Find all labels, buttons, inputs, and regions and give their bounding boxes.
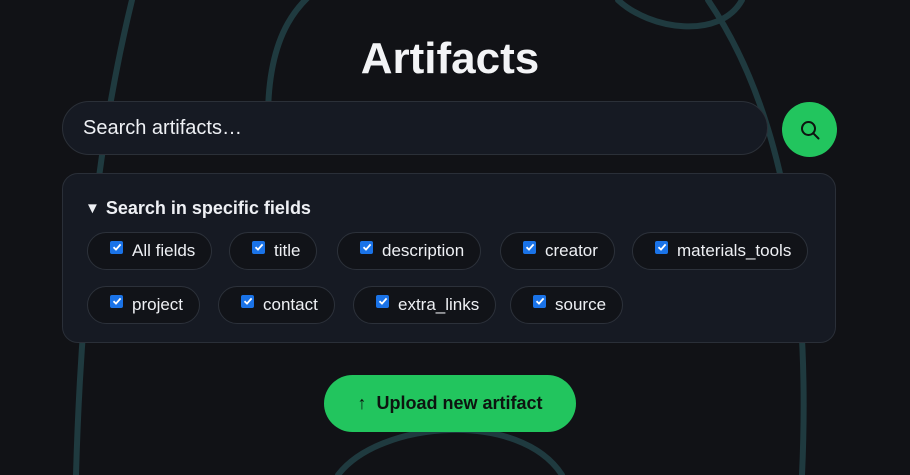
field-option-description[interactable]: description [337, 232, 482, 270]
checkbox-checked-icon[interactable] [523, 240, 536, 254]
search-fields-summary-label: Search in specific fields [105, 198, 311, 218]
field-option-title[interactable]: title [229, 232, 318, 270]
field-option-extra-links[interactable]: extra_links [353, 286, 497, 324]
field-option-label: All fields [132, 241, 196, 260]
upload-artifact-button[interactable]: ↑ Upload new artifact [324, 375, 576, 432]
field-option-label: source [555, 295, 607, 314]
checkbox-checked-icon[interactable] [241, 294, 254, 308]
field-option-label: extra_links [398, 295, 480, 314]
search-input[interactable] [62, 101, 768, 155]
field-option-all-fields[interactable]: All fields [87, 232, 213, 270]
search-button[interactable] [782, 102, 837, 157]
checkbox-checked-icon[interactable] [376, 294, 389, 308]
field-option-project[interactable]: project [87, 286, 201, 324]
checkbox-checked-icon[interactable] [252, 240, 265, 254]
field-option-label: creator [545, 241, 598, 260]
field-option-materials-tools[interactable]: materials_tools [632, 232, 809, 270]
upload-artifact-label: Upload new artifact [376, 393, 543, 413]
field-option-label: title [274, 241, 301, 260]
checkbox-checked-icon[interactable] [533, 294, 546, 308]
field-option-label: materials_tools [677, 241, 792, 260]
page: Artifacts ▼ Search in specific fields Al… [0, 0, 910, 475]
checkbox-checked-icon[interactable] [110, 240, 123, 254]
field-option-label: contact [263, 295, 318, 314]
field-option-source[interactable]: source [510, 286, 624, 324]
checkbox-checked-icon[interactable] [110, 294, 123, 308]
page-title: Artifacts [360, 34, 540, 83]
field-option-contact[interactable]: contact [218, 286, 335, 324]
search-icon [800, 120, 819, 139]
field-option-label: project [132, 295, 184, 314]
arrow-up-icon: ↑ [357, 393, 367, 413]
field-option-label: description [382, 241, 465, 260]
checkbox-checked-icon[interactable] [360, 240, 373, 254]
field-option-creator[interactable]: creator [500, 232, 615, 270]
search-fields-panel: ▼ Search in specific fields All fields t… [62, 173, 836, 343]
triangle-down-icon: ▼ [85, 200, 100, 217]
checkbox-checked-icon[interactable] [655, 240, 668, 254]
search-fields-toggle[interactable]: ▼ Search in specific fields [85, 198, 311, 219]
